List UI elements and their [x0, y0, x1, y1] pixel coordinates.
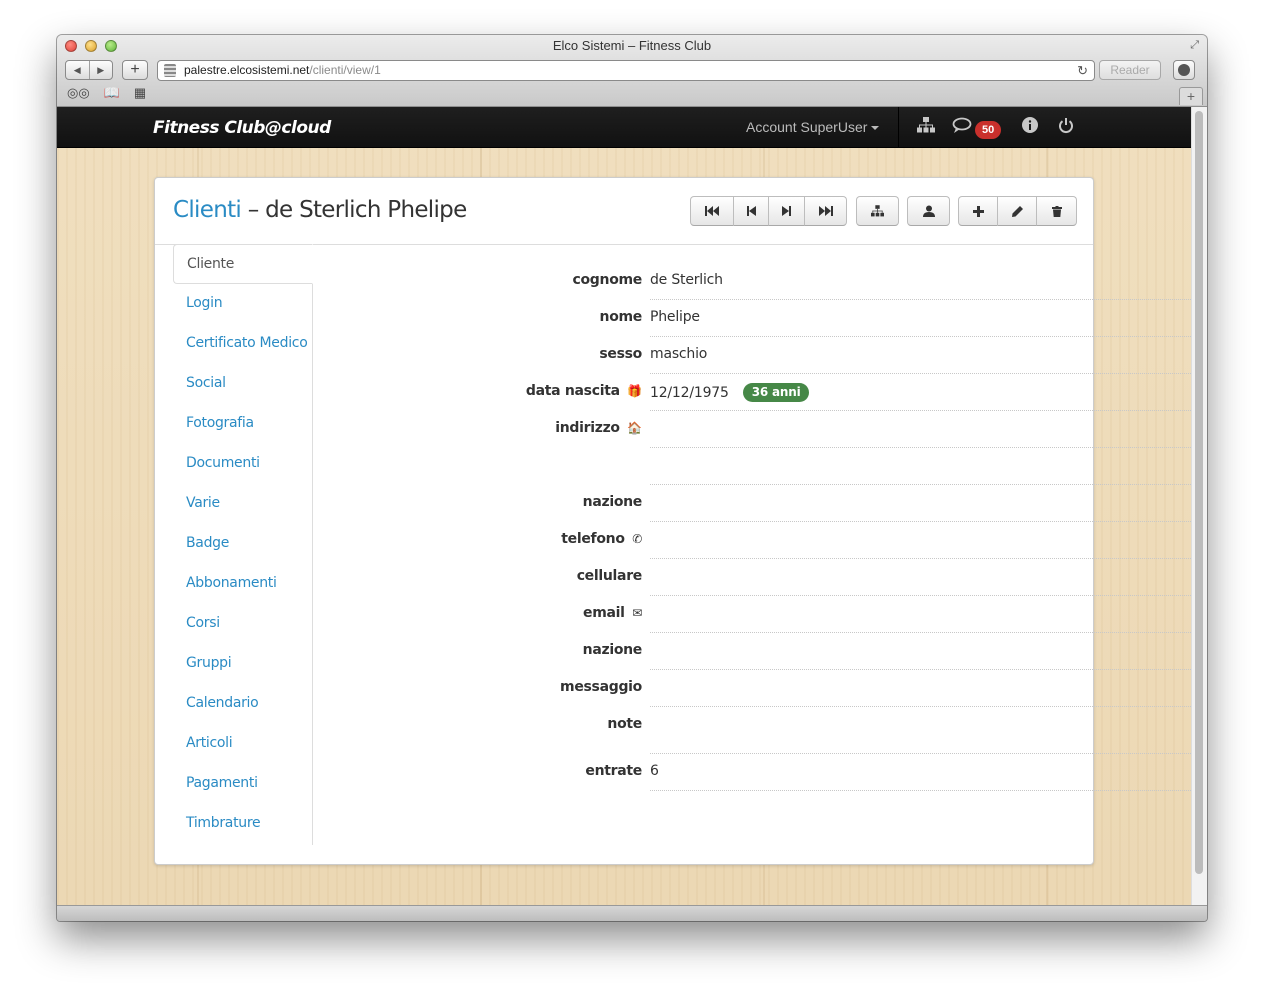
top-sites-icon[interactable]: ▦ — [134, 85, 146, 101]
browser-statusbar — [57, 905, 1207, 921]
url-path: /clienti/view/1 — [309, 63, 381, 77]
forward-button[interactable]: ▶ — [90, 61, 113, 79]
tab-certificato-medico[interactable]: Certificato Medico — [173, 324, 312, 364]
previous-record-icon — [746, 206, 756, 216]
record-navigation-group — [690, 196, 847, 226]
site-icon — [164, 64, 176, 77]
field-divider — [650, 447, 1191, 448]
field-label: note — [607, 716, 642, 732]
edit-actions-group — [958, 196, 1077, 226]
field-row-sesso: sesso maschio — [315, 319, 1191, 374]
account-dropdown[interactable]: Account SuperUser — [746, 119, 880, 135]
last-record-icon — [818, 206, 833, 216]
first-record-icon — [705, 206, 719, 216]
title-separator: – — [241, 197, 266, 223]
reader-button[interactable]: Reader — [1099, 60, 1161, 80]
browser-window: Elco Sistemi – Fitness Club ⤢ ◀ ▶ + pale… — [57, 35, 1207, 921]
tab-documenti[interactable]: Documenti — [173, 444, 312, 484]
page-title: Clienti – de Sterlich Phelipe — [173, 197, 467, 223]
user-group — [907, 196, 950, 226]
delete-button[interactable] — [1037, 196, 1077, 226]
fullscreen-icon[interactable]: ⤢ — [1190, 39, 1199, 52]
field-row-messaggio: messaggio — [315, 652, 1191, 707]
app-navbar: Fitness Club@cloud Account SuperUser 50 — [57, 107, 1191, 148]
field-value: 6 — [650, 763, 659, 779]
field-row-telefono: telefono ✆ — [315, 504, 1191, 559]
client-name: de Sterlich Phelipe — [265, 197, 467, 223]
last-record-button[interactable] — [805, 196, 847, 226]
bookmarks-icon[interactable]: 📖 — [104, 85, 120, 101]
user-icon — [922, 205, 935, 217]
browser-titlebar: Elco Sistemi – Fitness Club ⤢ ◀ ▶ + pale… — [57, 35, 1207, 107]
tab-badge[interactable]: Badge — [173, 524, 312, 564]
vertical-scrollbar[interactable] — [1191, 107, 1207, 905]
field-row-nazione: nazione — [315, 467, 1191, 522]
scrollbar-thumb[interactable] — [1195, 111, 1203, 874]
field-row-nazione-2: nazione — [315, 615, 1191, 670]
add-bookmark-button[interactable]: + — [122, 60, 148, 80]
user-button[interactable] — [907, 196, 950, 226]
field-divider — [650, 790, 1191, 791]
info-icon[interactable] — [1022, 117, 1038, 137]
tab-pagamenti[interactable]: Pagamenti — [173, 764, 312, 804]
tab-corsi[interactable]: Corsi — [173, 604, 312, 644]
tab-fotografia[interactable]: Fotografia — [173, 404, 312, 444]
field-row-indirizzo: indirizzo 🏠 — [315, 393, 1191, 485]
comment-icon[interactable] — [952, 117, 972, 139]
next-record-icon — [782, 206, 791, 216]
hierarchy-button[interactable] — [856, 196, 899, 226]
edit-button[interactable] — [998, 196, 1037, 226]
field-row-note: note — [315, 689, 1191, 754]
previous-record-button[interactable] — [734, 196, 769, 226]
bookmarks-bar: ◎◎ 📖 ▦ — [67, 85, 146, 101]
window-title: Elco Sistemi – Fitness Club — [552, 38, 712, 53]
brand-logo[interactable]: Fitness Club@cloud — [153, 118, 331, 138]
hierarchy-group — [856, 196, 899, 226]
reload-icon[interactable]: ↻ — [1077, 61, 1088, 80]
field-row-nome: nome Phelipe — [315, 282, 1191, 337]
plus-icon — [972, 205, 984, 217]
sitemap-icon[interactable] — [917, 117, 935, 137]
tab-calendario[interactable]: Calendario — [173, 684, 312, 724]
power-icon[interactable] — [1058, 117, 1074, 138]
field-row-entrate: entrate 6 — [315, 736, 1191, 791]
tab-social[interactable]: Social — [173, 364, 312, 404]
field-row-cognome: cognome de Sterlich — [315, 245, 1191, 300]
navbar-divider — [898, 107, 899, 148]
first-record-button[interactable] — [690, 196, 734, 226]
new-tab-button[interactable]: + — [1179, 87, 1203, 105]
back-button[interactable]: ◀ — [66, 61, 90, 79]
tab-gruppi[interactable]: Gruppi — [173, 644, 312, 684]
tab-cliente[interactable]: Cliente — [173, 244, 313, 284]
caret-down-icon — [871, 126, 880, 131]
downloads-button[interactable] — [1173, 60, 1195, 80]
reading-list-icon[interactable]: ◎◎ — [67, 85, 90, 101]
field-row-data-nascita: data nascita 🎁 12/12/1975 36 anni — [315, 356, 1191, 411]
add-button[interactable] — [958, 196, 998, 226]
trash-icon — [1051, 205, 1062, 217]
url-host: palestre.elcosistemi.net — [184, 63, 310, 77]
page-viewport: Fitness Club@cloud Account SuperUser 50 — [57, 107, 1191, 905]
history-nav-buttons: ◀ ▶ — [65, 60, 113, 80]
hierarchy-icon — [871, 205, 884, 217]
tab-login[interactable]: Login — [173, 284, 312, 324]
field-row-email: email ✉ — [315, 578, 1191, 633]
tab-timbrature[interactable]: Timbrature — [173, 804, 312, 844]
field-label: indirizzo 🏠 — [555, 420, 642, 436]
tab-abbonamenti[interactable]: Abbonamenti — [173, 564, 312, 604]
tab-varie[interactable]: Varie — [173, 484, 312, 524]
next-record-button[interactable] — [769, 196, 805, 226]
address-bar[interactable]: palestre.elcosistemi.net/clienti/view/1 … — [157, 60, 1095, 81]
field-row-cellulare: cellulare — [315, 541, 1191, 596]
panel-header: Clienti – de Sterlich Phelipe — [155, 178, 1093, 245]
field-label: entrate — [585, 763, 642, 779]
client-sections-tabs: Cliente Login Certificato Medico Social … — [173, 244, 313, 845]
tab-articoli[interactable]: Articoli — [173, 724, 312, 764]
account-label: Account SuperUser — [746, 119, 868, 135]
home-icon: 🏠 — [627, 421, 642, 435]
client-panel: Clienti – de Sterlich Phelipe Cliente Lo… — [154, 177, 1191, 865]
breadcrumb-clienti[interactable]: Clienti — [173, 197, 242, 223]
pencil-icon — [1011, 205, 1023, 217]
messages-count-badge[interactable]: 50 — [975, 121, 1002, 139]
